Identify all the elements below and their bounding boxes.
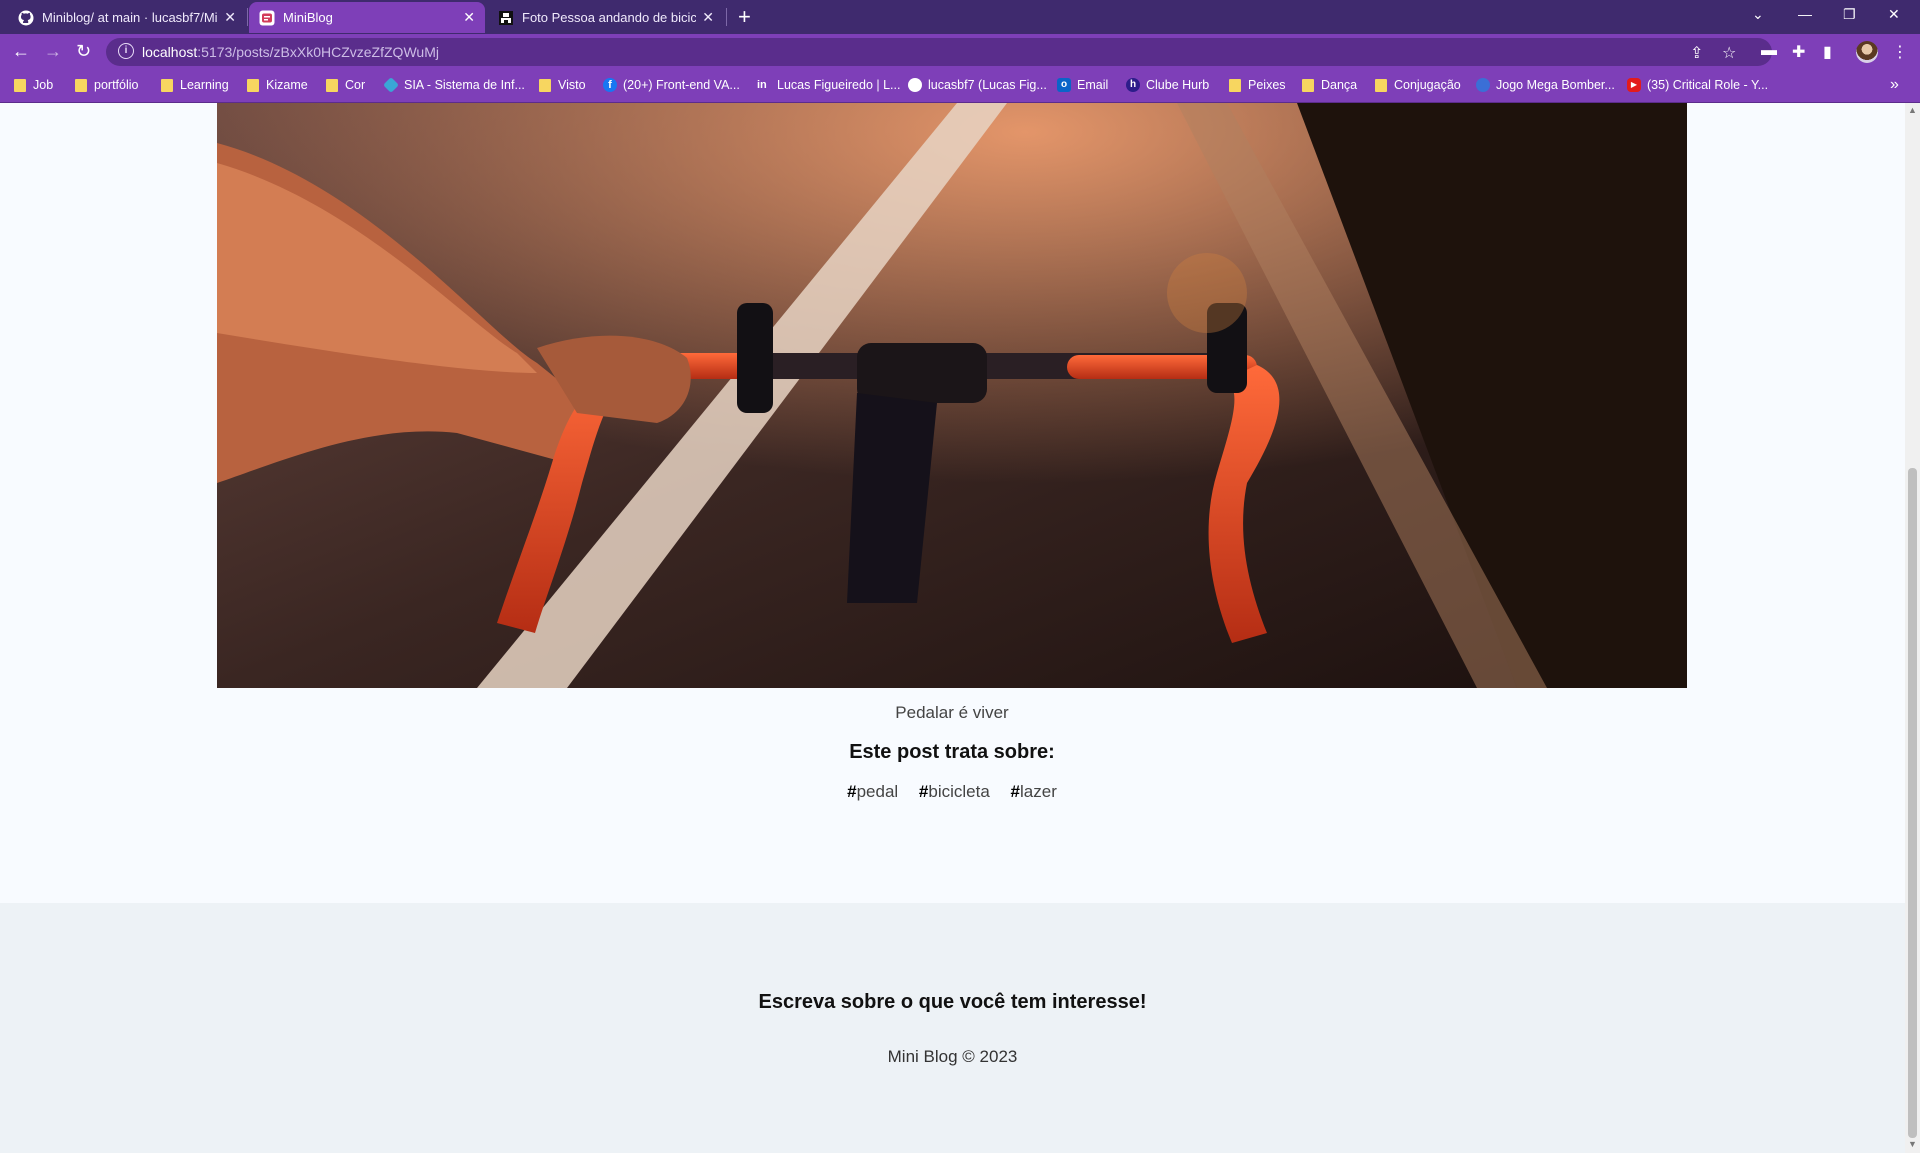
folder-icon [326,78,338,92]
bookmark-email[interactable]: o Email [1057,78,1108,92]
side-panel-icon[interactable]: ▮ [1823,42,1832,62]
tag-item: #pedal [847,782,899,801]
folder-icon [1375,78,1387,92]
site-info-icon[interactable]: i [118,43,134,59]
footer-title: Escreva sobre o que você tem interesse! [758,991,1147,1013]
tags-heading: Este post trata sobre: [849,741,1055,763]
folder-icon [14,78,26,92]
bookmark-sia[interactable]: SIA - Sistema de Inf... [383,77,525,93]
github-icon [908,78,922,92]
scrollbar-thumb[interactable] [1908,468,1917,1138]
more-bookmarks-icon[interactable]: » [1890,76,1899,94]
bookmark-github[interactable]: lucasbf7 (Lucas Fig... [908,78,1047,92]
close-tab-icon[interactable]: ✕ [224,9,236,26]
address-bar[interactable]: i localhost:5173/posts/zBxXk0HCZvzeZfZQW… [106,38,1772,66]
bookmark-portfolio[interactable]: portfólio [75,78,138,92]
post-image [217,103,1687,688]
bookmark-linkedin[interactable]: in Lucas Figueiredo | L... [757,78,900,92]
folder-icon [539,78,551,92]
folder-icon [1229,78,1241,92]
scroll-down-icon[interactable]: ▼ [1908,1139,1917,1149]
bookmark-cor[interactable]: Cor [326,78,365,92]
tab-search-icon[interactable]: ⌄ [1752,6,1764,23]
tab-photo[interactable]: Foto Pessoa andando de bicicleta ✕ [488,2,724,33]
new-tab-icon[interactable]: + [738,4,751,30]
tab-title: Miniblog/ at main · lucasbf7/Mini [42,10,219,25]
tab-title: Foto Pessoa andando de bicicleta [522,10,697,25]
folder-icon [75,78,87,92]
page-content: Pedalar é viver Este post trata sobre: #… [0,103,1905,1153]
tab-title: MiniBlog [283,10,333,25]
close-tab-icon[interactable]: ✕ [702,9,714,26]
folder-icon [161,78,173,92]
page-scrollbar[interactable]: ▲ ▼ [1905,103,1920,1153]
github-icon [18,10,34,26]
extension-icon[interactable]: ▬ [1761,42,1777,60]
bookmark-peixes[interactable]: Peixes [1229,78,1286,92]
bookmarks-bar: Job portfólio Learning Kizame Cor SIA - … [0,70,1920,103]
post-body-text: Pedalar é viver [895,703,1009,722]
tag-item: #bicicleta [918,782,990,801]
linkedin-icon: in [757,79,767,91]
minimize-icon[interactable]: — [1798,6,1812,22]
close-window-icon[interactable]: ✕ [1888,6,1900,23]
miniblog-favicon-icon [259,10,275,26]
youtube-icon: ▶ [1627,78,1641,92]
bookmark-job[interactable]: Job [14,78,53,92]
post-content: Pedalar é viver Este post trata sobre: #… [217,703,1687,802]
hurb-icon: h [1126,78,1140,92]
bookmark-clube-hurb[interactable]: h Clube Hurb [1126,78,1209,92]
game-icon [1476,78,1490,92]
profile-avatar[interactable] [1856,41,1878,63]
browser-toolbar: ← → ↻ i localhost:5173/posts/zBxXk0HCZvz… [0,34,1920,70]
extensions-puzzle-icon[interactable]: ✚ [1792,42,1805,62]
scroll-up-icon[interactable]: ▲ [1908,105,1917,115]
sia-icon [383,77,399,93]
bookmark-jogo[interactable]: Jogo Mega Bomber... [1476,78,1615,92]
forward-icon[interactable]: → [44,41,62,62]
bookmark-youtube[interactable]: ▶ (35) Critical Role - Y... [1627,78,1768,92]
footer-copyright: Mini Blog © 2023 [887,1047,1018,1066]
bookmark-learning[interactable]: Learning [161,78,229,92]
bookmark-conjugacao[interactable]: Conjugação [1375,78,1461,92]
tab-github[interactable]: Miniblog/ at main · lucasbf7/Mini ✕ [8,2,246,33]
bookmark-kizame[interactable]: Kizame [247,78,308,92]
outlook-icon: o [1057,78,1071,92]
folder-icon [1302,78,1314,92]
folder-icon [247,78,259,92]
restore-icon[interactable]: ❐ [1843,6,1856,23]
site-footer: Escreva sobre o que você tem interesse! … [0,903,1905,1153]
bookmark-danca[interactable]: Dança [1302,78,1357,92]
menu-kebab-icon[interactable]: ⋮ [1892,42,1908,62]
tag-list: #pedal #bicicleta #lazer [217,782,1687,802]
bookmark-visto[interactable]: Visto [539,78,586,92]
facebook-icon: f [603,78,617,92]
tab-miniblog[interactable]: MiniBlog ✕ [249,2,485,33]
tag-item: #lazer [1010,782,1057,801]
reload-icon[interactable]: ↻ [76,41,91,62]
close-tab-icon[interactable]: ✕ [463,9,475,26]
url-text[interactable]: localhost:5173/posts/zBxXk0HCZvzeZfZQWuM… [142,44,439,60]
share-icon[interactable]: ⇪ [1690,43,1703,63]
tab-strip: Miniblog/ at main · lucasbf7/Mini ✕ Mini… [0,0,1920,34]
bookmark-star-icon[interactable]: ☆ [1722,43,1736,63]
bookmark-facebook[interactable]: f (20+) Front-end VA... [603,78,740,92]
unsplash-icon [498,10,514,26]
back-icon[interactable]: ← [12,41,30,62]
